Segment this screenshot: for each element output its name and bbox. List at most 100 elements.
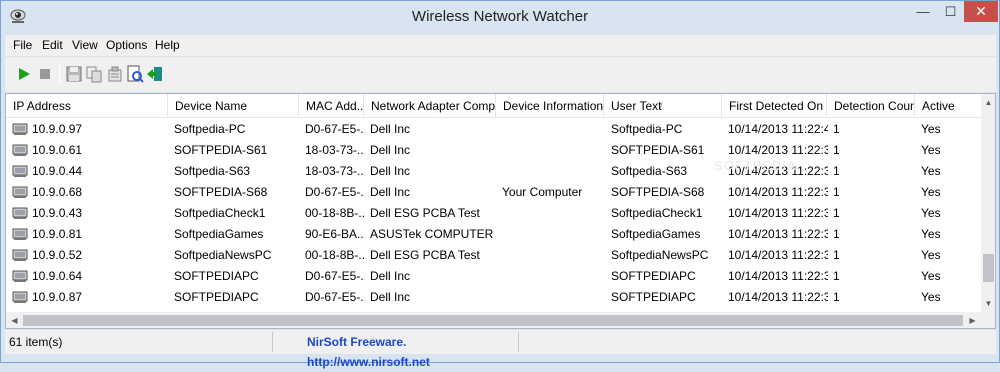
table-row[interactable]: 10.9.0.97 Softpedia-PC D0-67-E5-... Dell In… [6, 119, 981, 140]
cell-device-info [502, 161, 606, 182]
computer-icon [12, 123, 28, 135]
computer-icon [12, 291, 28, 303]
cell-ip: 10.9.0.87 [32, 290, 83, 304]
cell-mac: 00-18-8B-... [305, 206, 365, 220]
cell-active: Yes [921, 227, 941, 241]
column-header-user-text[interactable]: User Text / [604, 94, 722, 118]
column-header-first-detected[interactable]: First Detected On [722, 94, 827, 118]
title-bar[interactable]: Wireless Network Watcher — ☐ ✕ [1, 1, 999, 34]
cell-device-name: SoftpediaGames [174, 227, 264, 241]
cell-device-info [502, 119, 606, 140]
cell-mac: 00-18-8B-... [305, 248, 365, 262]
cell-detection-count: 1 [833, 290, 840, 304]
sort-indicator-icon: / [660, 101, 663, 111]
column-header-mac[interactable]: MAC Add... [299, 94, 364, 118]
column-header-detection-count[interactable]: Detection Count [827, 94, 915, 118]
cell-detection-count: 1 [833, 143, 840, 157]
cell-user-text: Softpedia-PC [611, 122, 683, 136]
cell-detection-count: 1 [833, 206, 840, 220]
column-header-ip[interactable]: IP Address [6, 94, 168, 118]
vertical-scrollbar[interactable]: ▲ ▼ [981, 94, 995, 312]
toolbar-separator [59, 65, 60, 85]
menu-view[interactable]: View [72, 38, 98, 52]
vertical-scroll-thumb[interactable] [983, 254, 994, 282]
minimize-button[interactable]: — [909, 1, 937, 22]
cell-device-name: Softpedia-S63 [174, 164, 251, 178]
horizontal-scroll-thumb[interactable] [23, 315, 963, 326]
table-row[interactable]: 10.9.0.52 SoftpediaNewsPC 00-18-8B-... Dell… [6, 245, 981, 266]
cell-device-name: SoftpediaCheck1 [174, 206, 266, 220]
cell-first-detected: 10/14/2013 11:22:3... [728, 248, 828, 262]
cell-ip: 10.9.0.64 [32, 269, 83, 283]
save-icon[interactable] [65, 65, 83, 83]
horizontal-scrollbar[interactable]: ◀ ▶ [6, 312, 981, 328]
cell-device-info: Your Computer [502, 185, 583, 199]
cell-ip: 10.9.0.52 [32, 248, 83, 262]
copy-icon[interactable] [85, 65, 103, 83]
cell-first-detected: 10/14/2013 11:22:4... [728, 122, 828, 136]
cell-active: Yes [921, 206, 941, 220]
table-row[interactable]: 10.9.0.87 SOFTPEDIAPC D0-67-E5-... Dell Inc… [6, 287, 981, 308]
scroll-right-arrow-icon[interactable]: ▶ [964, 312, 981, 328]
computer-icon [12, 228, 28, 240]
cell-active: Yes [921, 185, 941, 199]
table-row[interactable]: 10.9.0.44 Softpedia-S63 18-03-73-... Dell I… [6, 161, 981, 182]
cell-detection-count: 1 [833, 164, 840, 178]
html-report-icon[interactable] [126, 65, 144, 83]
cell-adapter: Dell Inc [370, 269, 411, 283]
cell-user-text: SoftpediaCheck1 [611, 206, 703, 220]
cell-detection-count: 1 [833, 269, 840, 283]
menu-options[interactable]: Options [106, 38, 147, 52]
table-row[interactable]: 10.9.0.43 SoftpediaCheck1 00-18-8B-... Dell… [6, 203, 981, 224]
status-bar: 61 item(s) NirSoft Freeware. http://www.… [5, 330, 996, 369]
cell-mac: D0-67-E5-... [305, 185, 365, 199]
cell-detection-count: 1 [833, 185, 840, 199]
computer-icon [12, 249, 28, 261]
play-icon[interactable] [15, 65, 33, 83]
cell-device-info [502, 287, 606, 308]
table-row[interactable]: 10.9.0.81 SoftpediaGames 90-E6-BA... ASUSTe… [6, 224, 981, 245]
column-header-active[interactable]: Active [915, 94, 981, 118]
exit-icon[interactable] [146, 65, 164, 83]
device-list[interactable]: IP Address Device Name MAC Add... Networ… [5, 93, 996, 329]
column-header-device-info[interactable]: Device Information [496, 94, 604, 118]
table-row[interactable]: 10.9.0.68 SOFTPEDIA-S68 D0-67-E5-... Dell I… [6, 182, 981, 203]
cell-mac: D0-67-E5-... [305, 290, 365, 304]
nirsoft-link[interactable]: NirSoft Freeware. http://www.nirsoft.net [273, 332, 519, 369]
scroll-left-arrow-icon[interactable]: ◀ [6, 312, 23, 328]
cell-user-text: SoftpediaGames [611, 227, 701, 241]
cell-mac: 18-03-73-... [305, 164, 365, 178]
cell-active: Yes [921, 143, 941, 157]
close-button[interactable]: ✕ [964, 1, 998, 22]
cell-adapter: Dell Inc [370, 290, 411, 304]
window-title: Wireless Network Watcher [411, 8, 589, 25]
cell-adapter: Dell Inc [370, 143, 411, 157]
column-header-device-name[interactable]: Device Name [168, 94, 299, 118]
stop-icon[interactable] [36, 65, 54, 83]
properties-icon[interactable] [106, 65, 124, 83]
column-header-adapter[interactable]: Network Adapter Comp... [364, 94, 496, 118]
menu-edit[interactable]: Edit [42, 38, 63, 52]
scrollbar-corner [981, 312, 995, 328]
cell-user-text: SOFTPEDIAPC [611, 269, 696, 283]
cell-device-info [502, 203, 606, 224]
table-row[interactable]: 10.9.0.64 SOFTPEDIAPC D0-67-E5-... Dell Inc… [6, 266, 981, 287]
cell-first-detected: 10/14/2013 11:22:3... [728, 227, 828, 241]
cell-active: Yes [921, 269, 941, 283]
list-header: IP Address Device Name MAC Add... Networ… [6, 94, 981, 118]
cell-device-info [502, 140, 606, 161]
menu-help[interactable]: Help [155, 38, 180, 52]
cell-adapter: Dell Inc [370, 164, 411, 178]
cell-device-name: SOFTPEDIAPC [174, 290, 259, 304]
cell-ip: 10.9.0.97 [32, 122, 83, 136]
scroll-up-arrow-icon[interactable]: ▲ [981, 94, 995, 111]
cell-mac: D0-67-E5-... [305, 122, 365, 136]
cell-adapter: Dell Inc [370, 185, 411, 199]
computer-icon [12, 186, 28, 198]
table-row[interactable]: 10.9.0.61 SOFTPEDIA-S61 18-03-73-... Dell I… [6, 140, 981, 161]
menu-file[interactable]: File [13, 38, 32, 52]
scroll-down-arrow-icon[interactable]: ▼ [981, 295, 995, 312]
cell-ip: 10.9.0.44 [32, 164, 83, 178]
cell-device-name: SOFTPEDIAPC [174, 269, 259, 283]
maximize-button[interactable]: ☐ [937, 1, 964, 22]
